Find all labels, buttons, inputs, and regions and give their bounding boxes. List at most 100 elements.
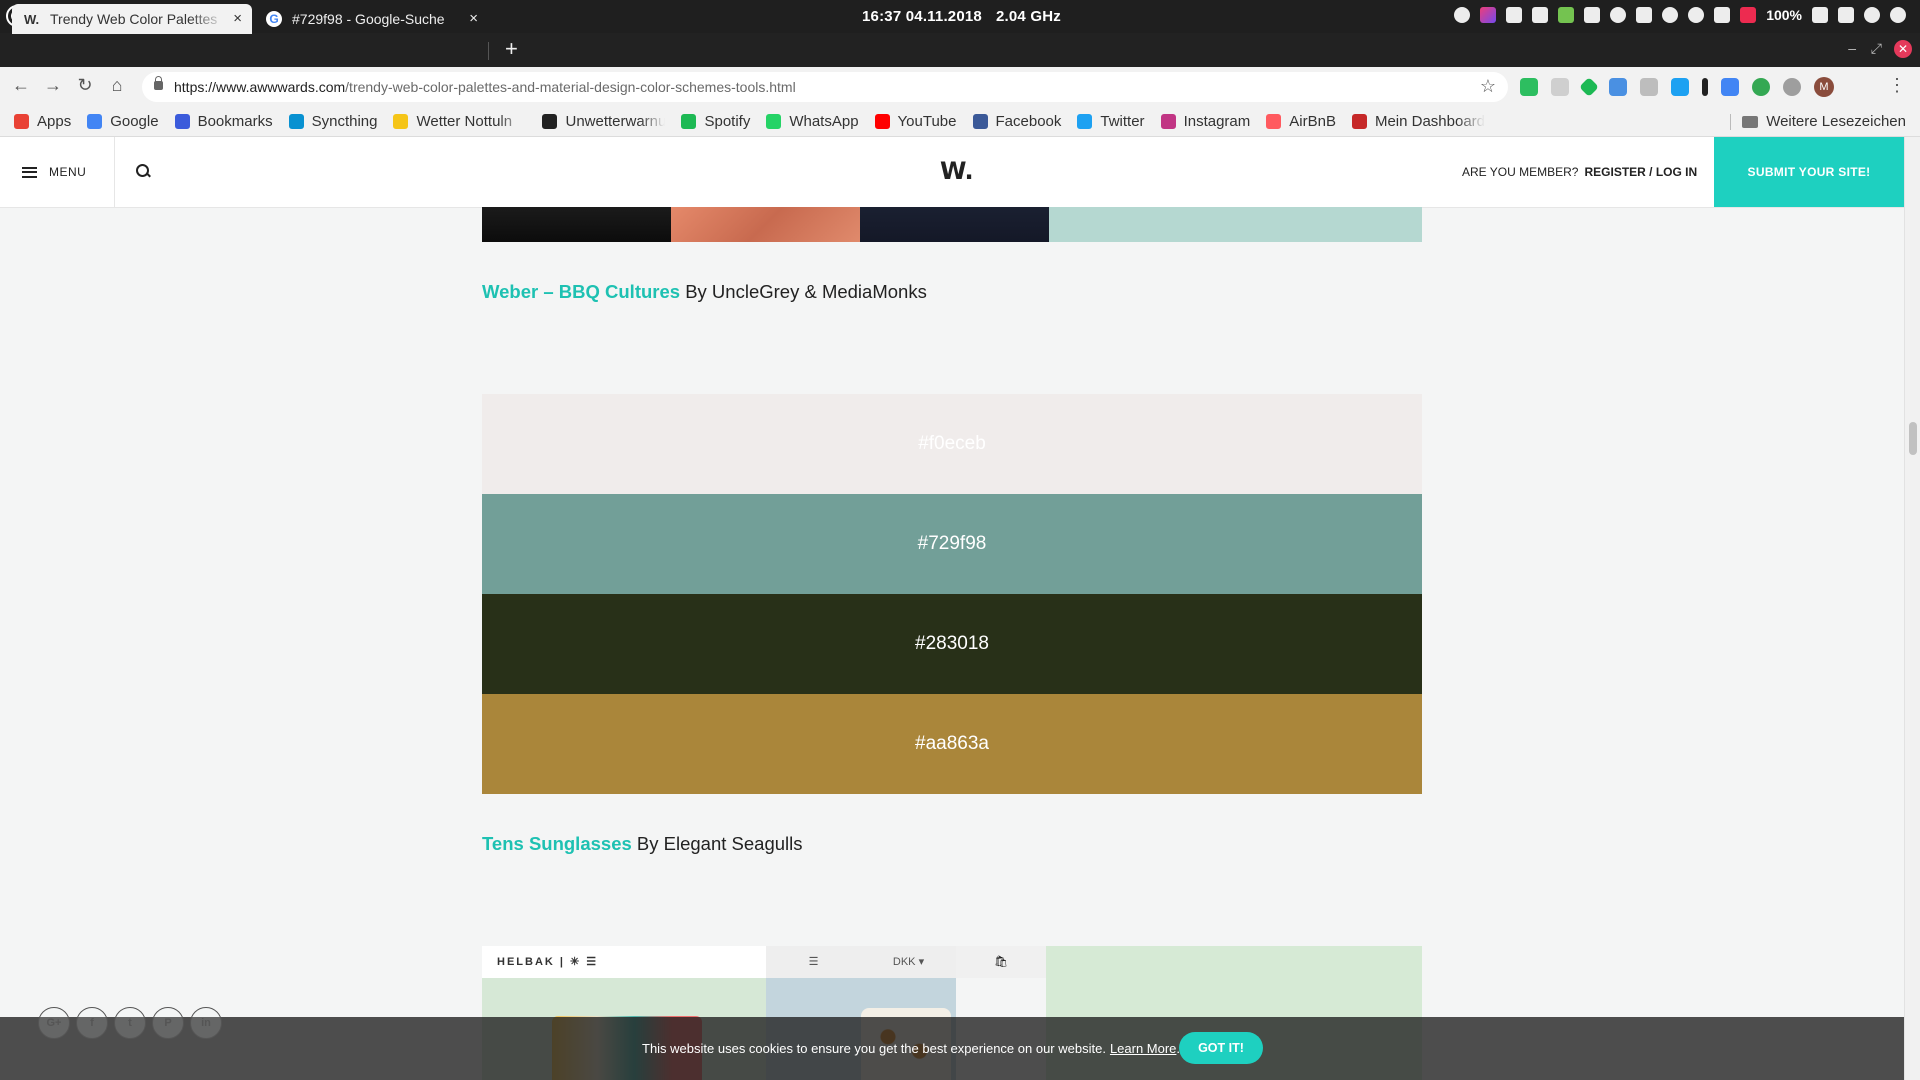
- translate-icon[interactable]: [1721, 78, 1739, 96]
- bookmark-item[interactable]: Bookmarks: [174, 113, 273, 130]
- folder-icon: [1742, 115, 1759, 128]
- docs-icon[interactable]: [1609, 78, 1627, 96]
- folder-icon[interactable]: [1714, 7, 1731, 23]
- bookmark-favicon-icon: [1351, 114, 1367, 129]
- scrollbar-thumb[interactable]: [1909, 422, 1917, 455]
- preview-bag-icon[interactable]: 🛍: [956, 946, 1046, 978]
- url-text[interactable]: https://www.awwwards.com/trendy-web-colo…: [174, 79, 796, 95]
- leaf-icon[interactable]: [1558, 7, 1575, 23]
- tab-google-search[interactable]: G #729f98 - Google-Suche ×: [252, 4, 488, 34]
- bookmark-item[interactable]: Google: [87, 113, 159, 130]
- bookmark-item[interactable]: WhatsApp: [766, 113, 859, 130]
- dropbox-icon[interactable]: [1532, 7, 1549, 23]
- bookmarks-separator: [1730, 114, 1731, 130]
- evernote-icon[interactable]: [1520, 78, 1538, 96]
- bookmark-item[interactable]: Spotify: [681, 113, 750, 130]
- awwwards-logo[interactable]: W.: [940, 157, 974, 185]
- bookmark-item[interactable]: Facebook: [972, 113, 1062, 130]
- rainbow-icon[interactable]: [1783, 78, 1801, 96]
- home-icon[interactable]: ⌂: [106, 75, 128, 96]
- mustache-icon[interactable]: [1584, 7, 1601, 23]
- color-swatch[interactable]: #aa863a: [482, 694, 1422, 794]
- pinterest-icon[interactable]: P: [152, 1007, 184, 1039]
- screenshot-thumbnail[interactable]: [860, 207, 1049, 242]
- palette-link[interactable]: Weber – BBQ Cultures: [482, 281, 680, 302]
- other-bookmarks-folder[interactable]: Weitere Lesezeichen: [1742, 113, 1906, 130]
- bookmark-item[interactable]: Apps: [14, 113, 71, 130]
- bookmark-star-icon[interactable]: ☆: [1480, 76, 1496, 97]
- google-plus-icon[interactable]: G+: [38, 1007, 70, 1039]
- menu-button[interactable]: MENU: [22, 137, 86, 207]
- tab-separator: [488, 42, 489, 60]
- back-arrow-icon[interactable]: ←: [10, 75, 32, 96]
- chrome-extension-icon[interactable]: [1752, 78, 1770, 96]
- bookmark-favicon-icon: [766, 114, 782, 129]
- bookmark-favicon-icon: [174, 114, 190, 129]
- bookmark-item[interactable]: Syncthing: [288, 113, 377, 130]
- bookmark-label: Mein Dashboard: [1374, 113, 1485, 130]
- twitter-icon[interactable]: t: [114, 1007, 146, 1039]
- palette-author: By Elegant Seagulls: [631, 833, 803, 854]
- os-clock[interactable]: 16:37 04.11.2018 2.04 GHz: [862, 8, 1061, 25]
- coffee-icon[interactable]: [1454, 7, 1471, 23]
- bookmark-item[interactable]: Unwetterwarnu: [542, 113, 665, 130]
- linkedin-icon[interactable]: in: [190, 1007, 222, 1039]
- bookmark-item[interactable]: Mein Dashboard: [1351, 113, 1485, 130]
- list-icon[interactable]: [1636, 7, 1653, 23]
- bookmark-item[interactable]: AirBnB: [1266, 113, 1336, 130]
- got-it-button[interactable]: GOT IT!: [1179, 1032, 1263, 1064]
- color-swatch[interactable]: #729f98: [482, 494, 1422, 594]
- tab-awwwards[interactable]: W. Trendy Web Color Palettes ×: [12, 4, 252, 34]
- register-login-link[interactable]: REGISTER / LOG IN: [1584, 165, 1697, 179]
- profile-avatar[interactable]: M: [1814, 77, 1834, 97]
- notification-bell-icon[interactable]: [1740, 7, 1757, 23]
- bookmark-item[interactable]: Twitter: [1077, 113, 1145, 130]
- hamburger-icon: [22, 166, 37, 178]
- color-swatch[interactable]: #283018: [482, 594, 1422, 694]
- address-bar[interactable]: https://www.awwwards.com/trendy-web-colo…: [142, 72, 1508, 102]
- instapaper-icon[interactable]: [1702, 78, 1708, 96]
- moon-icon[interactable]: [1688, 7, 1705, 23]
- bookmark-favicon-icon: [87, 114, 103, 129]
- app-indicator-icon[interactable]: [1480, 7, 1497, 23]
- power-icon[interactable]: [1890, 7, 1906, 23]
- color-swatch[interactable]: #f0eceb: [482, 394, 1422, 494]
- bluetooth-icon[interactable]: [1864, 7, 1880, 23]
- bookmark-label: Facebook: [995, 113, 1062, 130]
- new-tab-button[interactable]: +: [505, 36, 518, 62]
- battery-percent[interactable]: 100%: [1766, 7, 1802, 23]
- site-header: MENU W. ARE YOU MEMBER? REGISTER / LOG IN…: [0, 137, 1904, 208]
- tab-close-icon[interactable]: ×: [469, 10, 478, 27]
- reload-icon[interactable]: ↻: [74, 75, 96, 96]
- page-scrollbar[interactable]: [1904, 137, 1920, 1080]
- image-icon[interactable]: [1506, 7, 1523, 23]
- screenshot-thumbnail[interactable]: [671, 207, 860, 242]
- window-close-button[interactable]: ✕: [1894, 40, 1912, 58]
- airplane-icon[interactable]: [1838, 7, 1854, 23]
- rss-icon[interactable]: [1640, 78, 1658, 96]
- wifi-icon[interactable]: [1610, 7, 1627, 23]
- facebook-icon[interactable]: f: [76, 1007, 108, 1039]
- submit-site-button[interactable]: SUBMIT YOUR SITE!: [1714, 137, 1904, 207]
- palette-link[interactable]: Tens Sunglasses: [482, 833, 632, 854]
- tab-close-icon[interactable]: ×: [233, 10, 242, 27]
- bell-extension-icon[interactable]: [1551, 78, 1569, 96]
- maximize-button[interactable]: ⤢: [1871, 40, 1882, 57]
- cloud-icon[interactable]: [1662, 7, 1679, 23]
- minimize-button[interactable]: –: [1848, 40, 1856, 56]
- browser-menu-icon[interactable]: ⋮: [1888, 75, 1906, 96]
- twitter-extension-icon[interactable]: [1671, 78, 1689, 96]
- bookmark-item[interactable]: YouTube: [874, 113, 957, 130]
- search-icon[interactable]: [136, 164, 151, 178]
- palette-title: Weber – BBQ Cultures By UncleGrey & Medi…: [482, 281, 927, 303]
- screenshot-thumbnail[interactable]: [482, 207, 671, 242]
- bookmark-item[interactable]: Wetter Nottuln: [393, 113, 526, 130]
- url-domain: https://www.awwwards.com: [174, 79, 346, 95]
- bookmark-item[interactable]: Instagram: [1160, 113, 1250, 130]
- social-share: G+ f t P in: [38, 1007, 222, 1039]
- cookie-text: This website uses cookies to ensure you …: [642, 1041, 1106, 1056]
- lock-icon[interactable]: [154, 76, 163, 90]
- forward-arrow-icon[interactable]: →: [42, 75, 64, 96]
- learn-more-link[interactable]: Learn More: [1110, 1041, 1176, 1056]
- feedly-icon[interactable]: [1579, 77, 1599, 97]
